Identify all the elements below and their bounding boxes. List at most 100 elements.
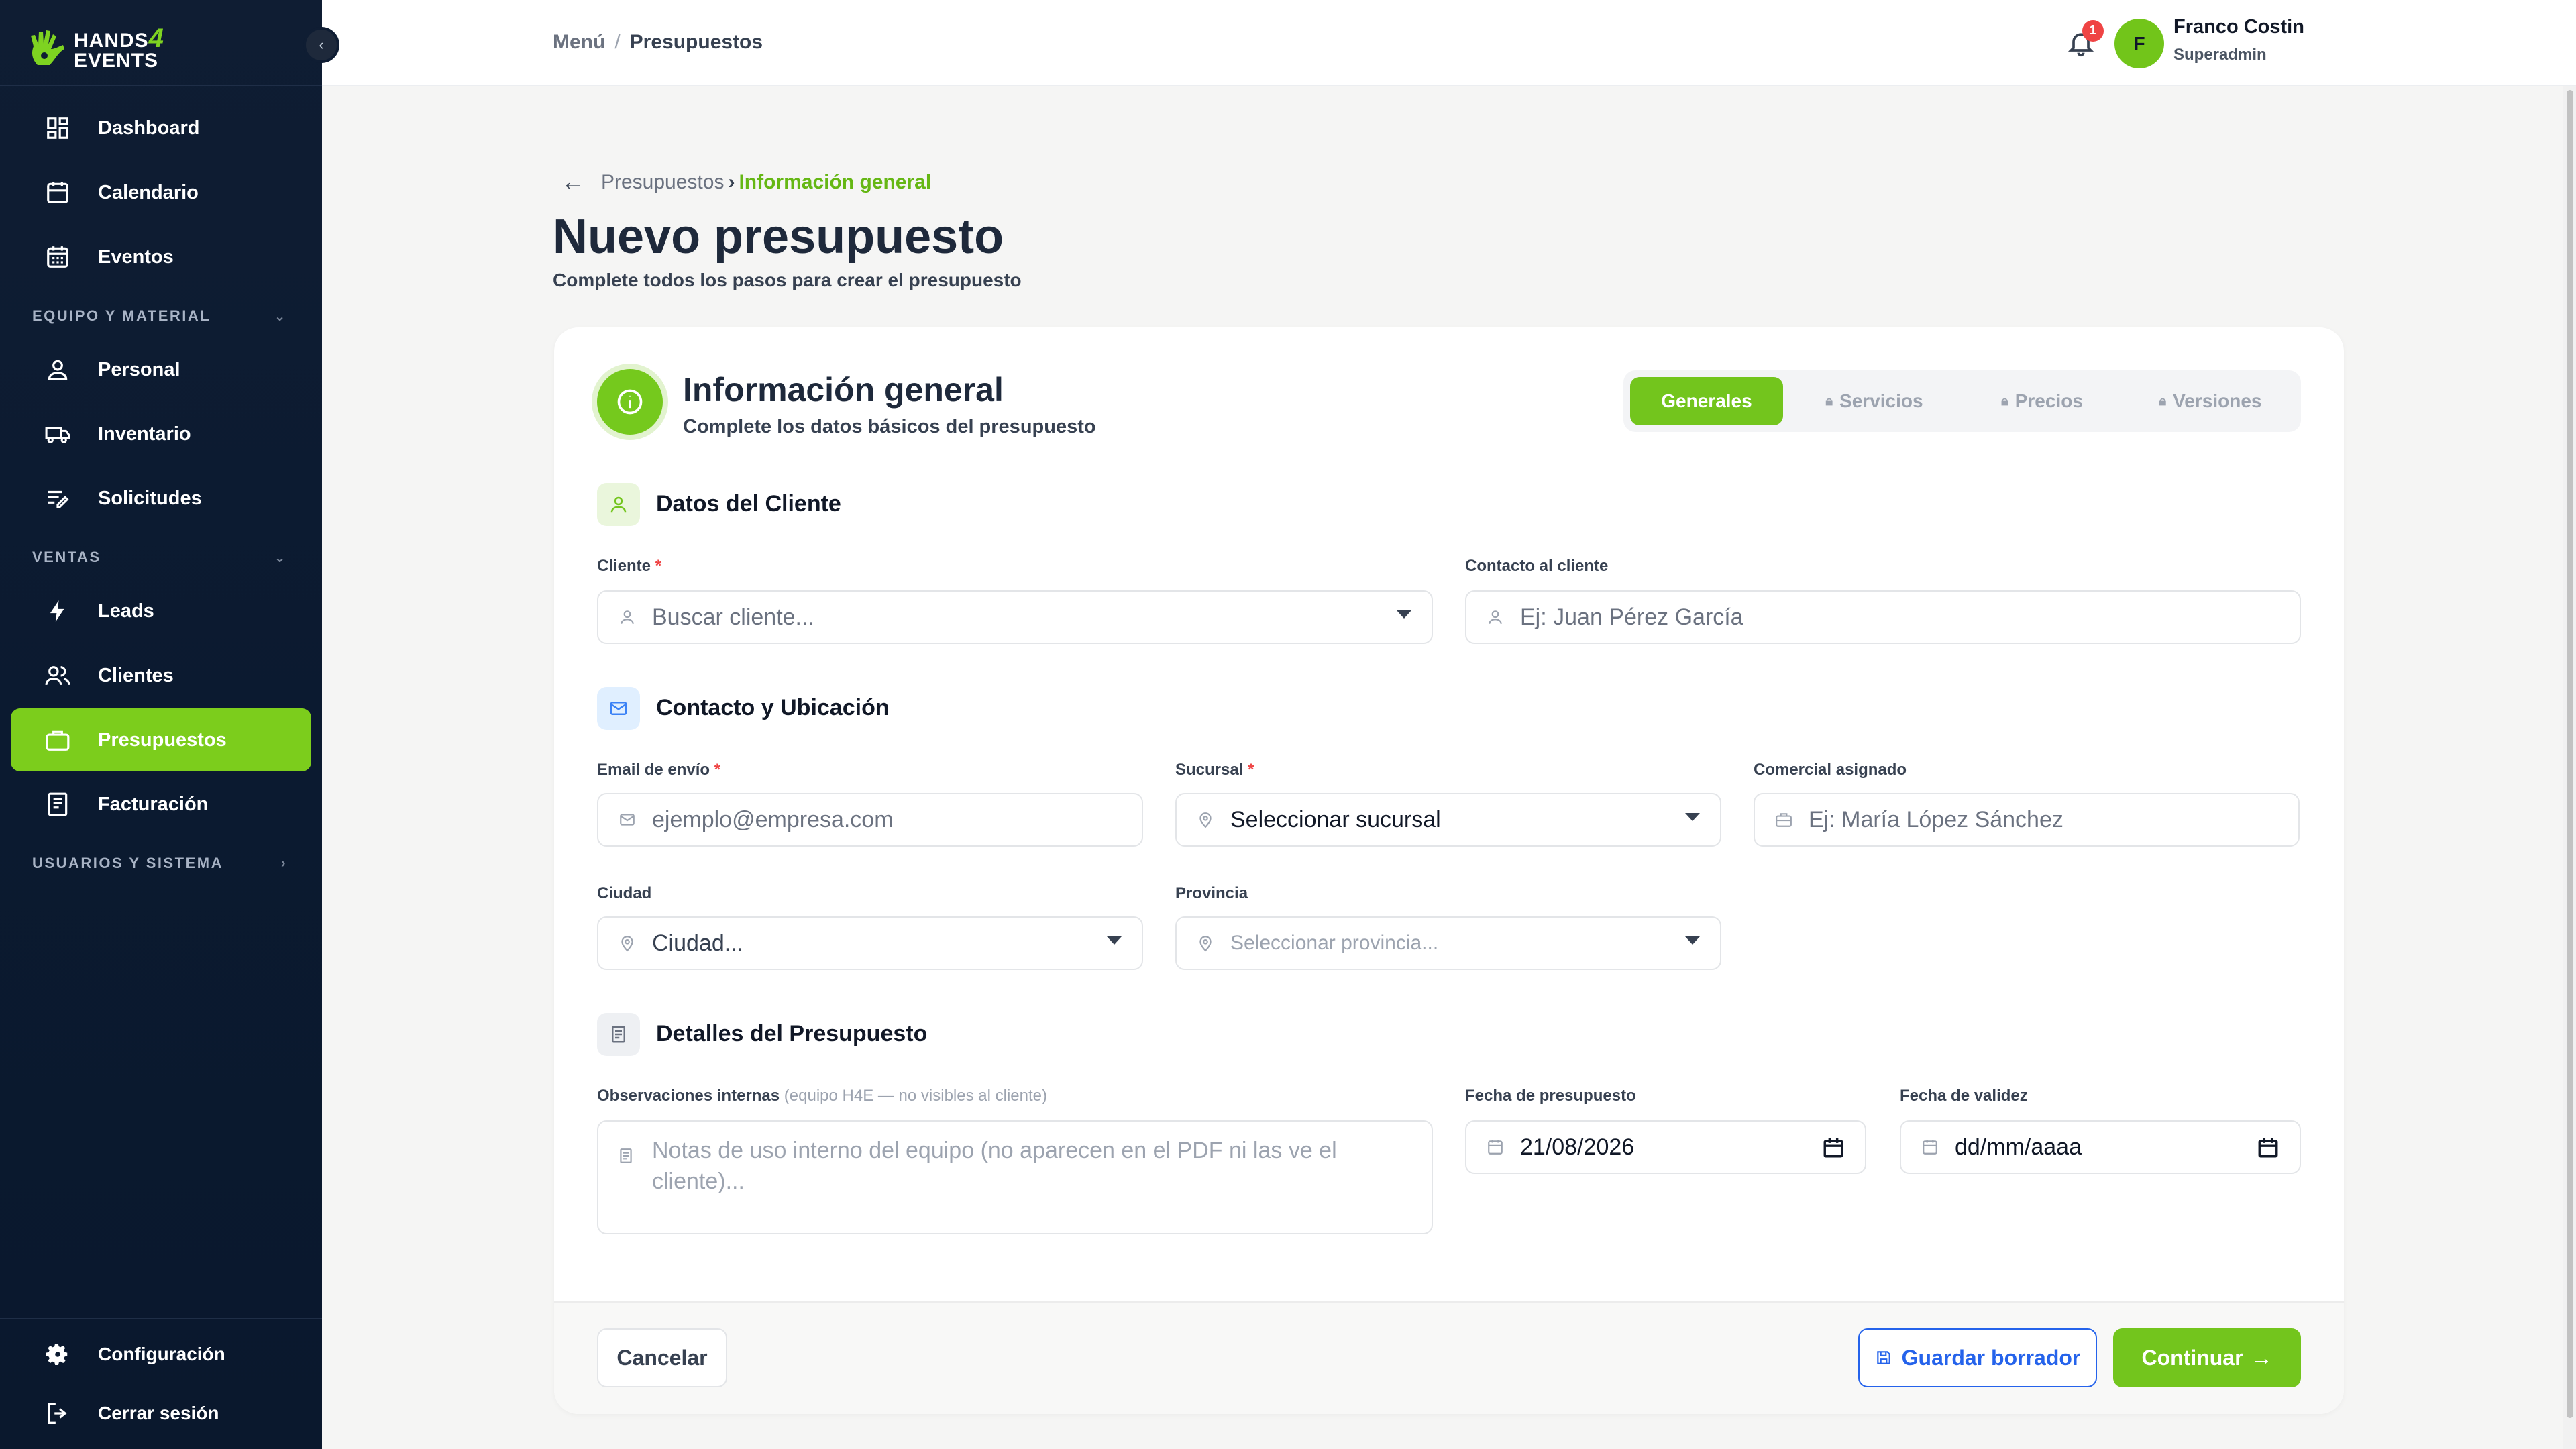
gear-icon [44,1341,71,1368]
sidebar-collapse-button[interactable]: ‹ [303,27,339,63]
sidebar-item-calendario[interactable]: Calendario [11,161,311,224]
list-edit-icon [44,485,71,512]
brand-line1: HANDS [74,30,149,52]
sidebar-item-inventario[interactable]: Inventario [11,402,311,466]
caret-down-icon [1397,610,1411,619]
sidebar-item-personal[interactable]: Personal [11,338,311,401]
label-sucursal: Sucursal * [1175,761,1254,779]
brand-logo[interactable]: HANDS4 EVENTS [24,16,185,83]
mail-icon [617,810,637,830]
save-draft-button[interactable]: Guardar borrador [1858,1328,2097,1387]
sidebar-item-label: Clientes [98,664,174,686]
tab-versiones[interactable]: 🔒︎ Versiones [2127,377,2294,425]
arrow-right-icon: → [2251,1345,2273,1370]
sidebar-item-label: Leads [98,600,154,622]
section-usuarios[interactable]: USUARIOS Y SISTEMA › [32,855,287,872]
chevron-down-icon: ⌄ [274,550,287,566]
section-ventas[interactable]: VENTAS ⌄ [32,549,287,566]
grid-icon [44,115,71,142]
back-arrow-icon[interactable]: ← [561,168,585,196]
map-pin-icon [1195,933,1216,953]
breadcrumb-current: Presupuestos [629,31,763,53]
document-icon [617,1135,637,1220]
cliente-select[interactable]: Buscar cliente... [597,590,1433,644]
logout-icon [44,1400,71,1427]
tab-servicios[interactable]: 🔒︎ Servicios [1791,377,1957,425]
notification-badge: 1 [2082,20,2104,42]
map-pin-icon [617,933,637,953]
info-icon [597,369,663,435]
user-name[interactable]: Franco Costin [2174,16,2304,38]
sidebar-item-label: Eventos [98,246,174,268]
sidebar-item-logout[interactable]: Cerrar sesión [11,1382,311,1445]
sidebar-divider [0,85,322,86]
sidebar-item-label: Personal [98,358,180,380]
truck-icon [44,421,71,447]
cancel-button[interactable]: Cancelar [597,1328,727,1387]
sidebar-item-eventos[interactable]: Eventos [11,225,311,288]
card-subtitle: Complete los datos básicos del presupues… [683,416,1096,437]
page-subtitle: Complete todos los pasos para crear el p… [553,270,1022,290]
user-role: Superadmin [2174,46,2267,64]
tab-precios[interactable]: 🔒︎ Precios [1966,377,2118,425]
calendar-picker-icon[interactable] [2257,1136,2279,1159]
label-fecha-presupuesto: Fecha de presupuesto [1465,1087,1636,1105]
sidebar-item-presupuestos[interactable]: Presupuestos [11,708,311,771]
label-email: Email de envío * [597,761,721,779]
sidebar-item-label: Facturación [98,793,209,815]
scrollbar-thumb[interactable] [2567,90,2573,1418]
ciudad-select[interactable]: Ciudad... [597,916,1143,970]
sidebar-item-leads[interactable]: Leads [11,580,311,643]
section-equipo[interactable]: EQUIPO Y MATERIAL ⌄ [32,307,287,325]
caret-down-icon [1685,813,1700,821]
breadcrumb-presupuestos[interactable]: Presupuestos [601,171,724,193]
save-icon [1876,1351,1890,1364]
caret-down-icon [1107,936,1122,945]
card-title: Información general [683,371,1004,409]
calendar-icon [44,179,71,206]
avatar[interactable]: F [2114,19,2164,68]
observaciones-textarea[interactable]: Notas de uso interno del equipo (no apar… [597,1120,1433,1234]
lock-icon: 🔒︎ [2001,393,2008,409]
calendar-picker-icon[interactable] [1822,1136,1845,1159]
comercial-input[interactable]: Ej: María López Sánchez [1754,793,2300,847]
section-datos-cliente: Datos del Cliente [656,491,841,517]
hand-logo-icon [31,30,64,65]
sidebar-item-solicitudes[interactable]: Solicitudes [11,467,311,530]
fecha-validez-input[interactable]: dd/mm/aaaa [1900,1120,2301,1174]
sidebar-item-facturacion[interactable]: Facturación [11,773,311,836]
contacto-cliente-input[interactable]: Ej: Juan Pérez García [1465,590,2301,644]
label-fecha-validez: Fecha de validez [1900,1087,2028,1105]
bolt-icon [44,598,71,625]
email-field[interactable]: ejemplo@empresa.com [597,793,1143,847]
breadcrumb: Menú / Presupuestos [553,31,763,53]
lock-icon: 🔒︎ [1825,393,1833,409]
brand-line2: EVENTS [74,50,159,72]
sidebar-item-configuracion[interactable]: Configuración [11,1323,311,1386]
briefcase-icon [44,727,71,753]
sidebar-item-dashboard[interactable]: Dashboard [11,97,311,160]
lock-icon: 🔒︎ [2159,393,2167,409]
sidebar: HANDS4 EVENTS Dashboard Calendario Event… [0,0,322,1449]
sidebar-item-clientes[interactable]: Clientes [11,644,311,707]
user-icon [617,607,637,627]
continue-button[interactable]: Continuar → [2113,1328,2301,1387]
tab-generales[interactable]: Generales [1630,377,1783,425]
calendar-days-icon [44,244,71,270]
step-tabs: Generales 🔒︎ Servicios 🔒︎ Precios 🔒︎ Versio… [1623,370,2301,432]
breadcrumb-menu[interactable]: Menú [553,31,605,53]
breadcrumb-current: Información general [739,171,932,193]
label-observaciones: Observaciones internas (equipo H4E — no … [597,1087,1047,1105]
sidebar-divider [0,1318,322,1319]
sucursal-select[interactable]: Seleccionar sucursal [1175,793,1721,847]
document-icon [597,1013,640,1056]
sidebar-item-label: Cerrar sesión [98,1403,219,1424]
fecha-presupuesto-input[interactable]: 21/08/2026 [1465,1120,1866,1174]
chevron-down-icon: ⌄ [274,309,287,324]
provincia-select[interactable]: Seleccionar provincia... [1175,916,1721,970]
sidebar-item-label: Configuración [98,1344,225,1364]
sidebar-item-label: Calendario [98,181,199,203]
section-contacto-ubicacion: Contacto y Ubicación [656,695,890,720]
user-icon [44,356,71,383]
mail-icon [597,687,640,730]
